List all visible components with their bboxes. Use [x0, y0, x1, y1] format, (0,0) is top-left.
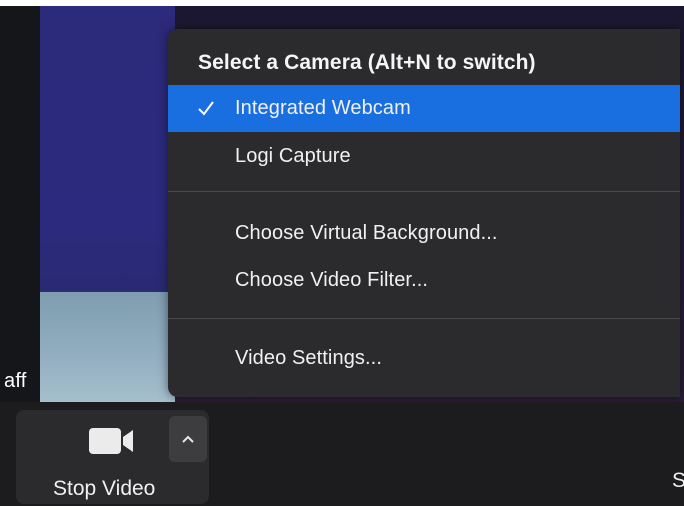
- menu-item-label: Integrated Webcam: [235, 97, 411, 119]
- menu-item-label: Video Settings...: [235, 347, 382, 369]
- video-options-button[interactable]: [169, 416, 207, 462]
- menu-item-label: Logi Capture: [235, 145, 351, 167]
- camera-menu: Select a Camera (Alt+N to switch) Integr…: [168, 29, 680, 397]
- participant-name-label: aff: [4, 370, 27, 392]
- menu-item-logi-capture[interactable]: Logi Capture: [168, 133, 680, 180]
- menu-item-integrated-webcam[interactable]: Integrated Webcam: [168, 85, 680, 132]
- video-tile-lower-region: [40, 292, 175, 402]
- menu-item-virtual-background[interactable]: Choose Virtual Background...: [168, 210, 680, 257]
- next-toolbar-button-label[interactable]: S: [672, 469, 684, 493]
- stop-video-label: Stop Video: [53, 477, 156, 500]
- menu-item-label: Choose Virtual Background...: [235, 222, 498, 244]
- meeting-toolbar: Stop Video S: [0, 402, 684, 506]
- left-video-edge: [0, 6, 40, 402]
- menu-divider: [168, 191, 680, 192]
- menu-header: Select a Camera (Alt+N to switch): [168, 38, 680, 88]
- chevron-up-icon: [182, 435, 194, 443]
- menu-header-label: Select a Camera (Alt+N to switch): [198, 51, 536, 74]
- menu-item-video-filter[interactable]: Choose Video Filter...: [168, 257, 680, 304]
- menu-item-video-settings[interactable]: Video Settings...: [168, 335, 680, 382]
- menu-divider: [168, 318, 680, 319]
- checkmark-icon: [198, 101, 214, 116]
- menu-item-label: Choose Video Filter...: [235, 269, 429, 291]
- video-camera-icon: [89, 428, 133, 454]
